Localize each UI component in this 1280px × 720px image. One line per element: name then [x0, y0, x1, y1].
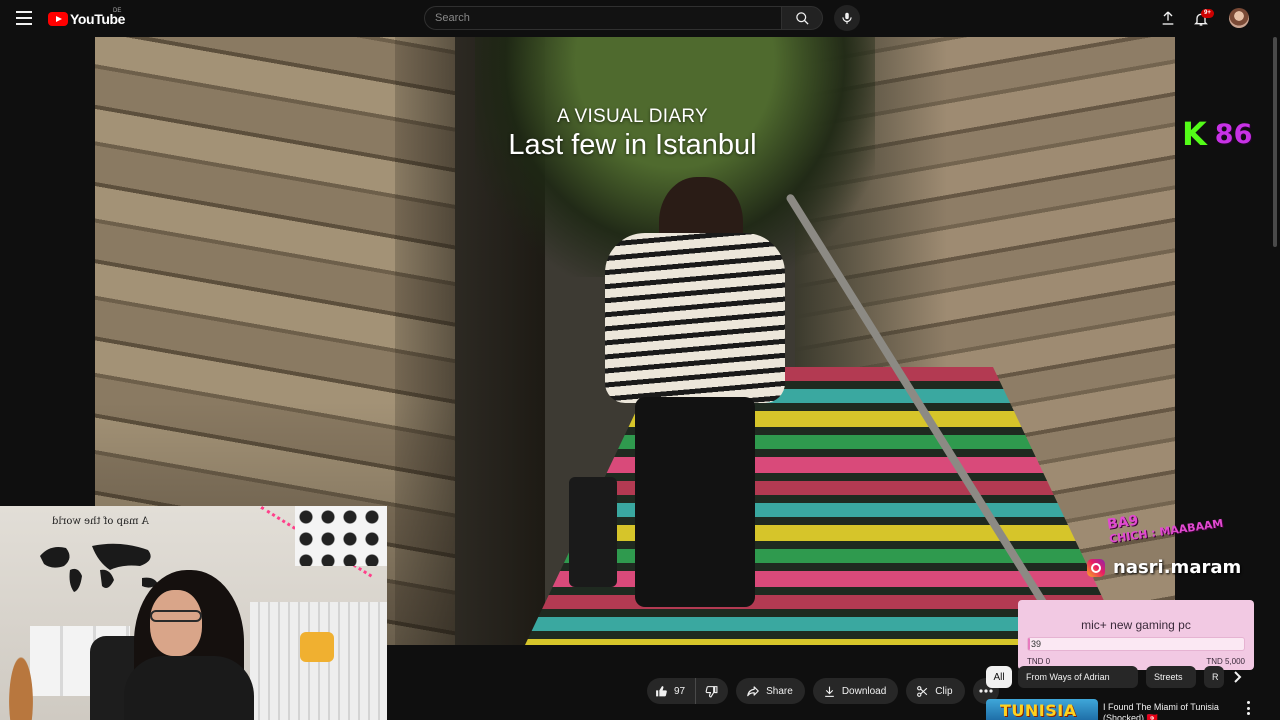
kick-viewer-count: 86: [1214, 118, 1253, 150]
webcam-dot-decor: [295, 506, 387, 566]
thumbs-down-icon: [705, 685, 718, 697]
kick-logo-icon: K: [1182, 115, 1207, 153]
recommendation-thumbnail[interactable]: TUNISIA: [986, 699, 1098, 720]
share-button[interactable]: Share: [736, 678, 805, 704]
scene-person-sweater: [605, 233, 785, 403]
upload-icon: [1162, 11, 1174, 25]
download-label: Download: [841, 685, 887, 697]
goal-current: 39: [1031, 639, 1042, 649]
video-actions: 97 Share Download Clip: [647, 678, 999, 704]
chip-all[interactable]: All: [986, 666, 1012, 688]
webcam-plush: [300, 632, 334, 662]
instagram-icon: [1087, 558, 1105, 577]
chip-from-channel[interactable]: From Ways of Adrian: [1018, 666, 1138, 688]
chevron-right-icon: [1234, 671, 1242, 683]
download-icon: [824, 686, 834, 697]
goal-progress-bar: 39: [1027, 637, 1245, 651]
chip-related[interactable]: R: [1204, 666, 1224, 688]
webcam-person-body: [124, 656, 254, 720]
like-count: 97: [674, 685, 686, 697]
clip-button[interactable]: Clip: [906, 678, 965, 704]
goal-title: mic+ new gaming pc: [1081, 618, 1191, 632]
masthead: YouTube DE 9+: [0, 0, 1280, 37]
youtube-play-icon: [48, 12, 68, 26]
download-button[interactable]: Download: [812, 678, 899, 704]
recommendation-title[interactable]: I Found The Miami of Tunisia (Shocked) 🇹…: [1103, 702, 1233, 720]
webcam-person-glasses: [150, 610, 202, 622]
share-icon: [747, 686, 759, 697]
voice-search-button[interactable]: [834, 5, 860, 31]
goal-max-label: TND 5,000: [1206, 657, 1245, 666]
avatar[interactable]: [1229, 8, 1249, 28]
upload-button[interactable]: [1158, 8, 1178, 28]
search-icon: [795, 11, 809, 25]
recommendation-menu-button[interactable]: [1243, 701, 1253, 715]
goal-progress-fill: [1028, 638, 1030, 650]
search-input[interactable]: [424, 6, 781, 30]
share-label: Share: [766, 685, 793, 697]
webcam-overlay: A map of the world: [0, 506, 387, 720]
microphone-icon: [842, 12, 852, 24]
dislike-button[interactable]: [696, 678, 728, 704]
webcam-map-title: A map of the world: [52, 516, 149, 527]
menu-icon[interactable]: [16, 11, 32, 25]
webcam-person-face: [150, 590, 202, 656]
more-horizontal-icon: [978, 689, 993, 693]
scrollbar-thumb[interactable]: [1273, 37, 1277, 247]
webcam-guitar: [6, 646, 36, 720]
donation-goal-widget: mic+ new gaming pc 39 TND 0 TND 5,000: [1018, 600, 1254, 670]
scene-person-bag: [569, 477, 617, 587]
scissors-icon: [917, 685, 928, 697]
chip-streets[interactable]: Streets: [1146, 666, 1196, 688]
instagram-overlay: nasri.maram: [1087, 557, 1241, 578]
search-bar: [424, 6, 823, 30]
thumbnail-text: TUNISIA: [1000, 701, 1077, 720]
clip-label: Clip: [935, 685, 953, 697]
goal-min-label: TND 0: [1027, 657, 1051, 666]
like-button[interactable]: 97: [647, 678, 697, 704]
scene-person-pants: [635, 397, 755, 607]
search-button[interactable]: [781, 6, 823, 30]
instagram-handle: nasri.maram: [1113, 557, 1242, 578]
like-dislike-group: 97: [647, 678, 729, 704]
scene-person: [569, 177, 795, 637]
thumbs-up-icon: [656, 685, 667, 696]
page-scrollbar[interactable]: [1272, 37, 1278, 720]
notification-badge: 9+: [1201, 9, 1214, 18]
world-map-decal: [40, 543, 158, 592]
chips-next-button[interactable]: [1230, 668, 1246, 686]
kick-viewer-badge: K 86: [1182, 118, 1252, 150]
country-code: DE: [113, 8, 122, 14]
